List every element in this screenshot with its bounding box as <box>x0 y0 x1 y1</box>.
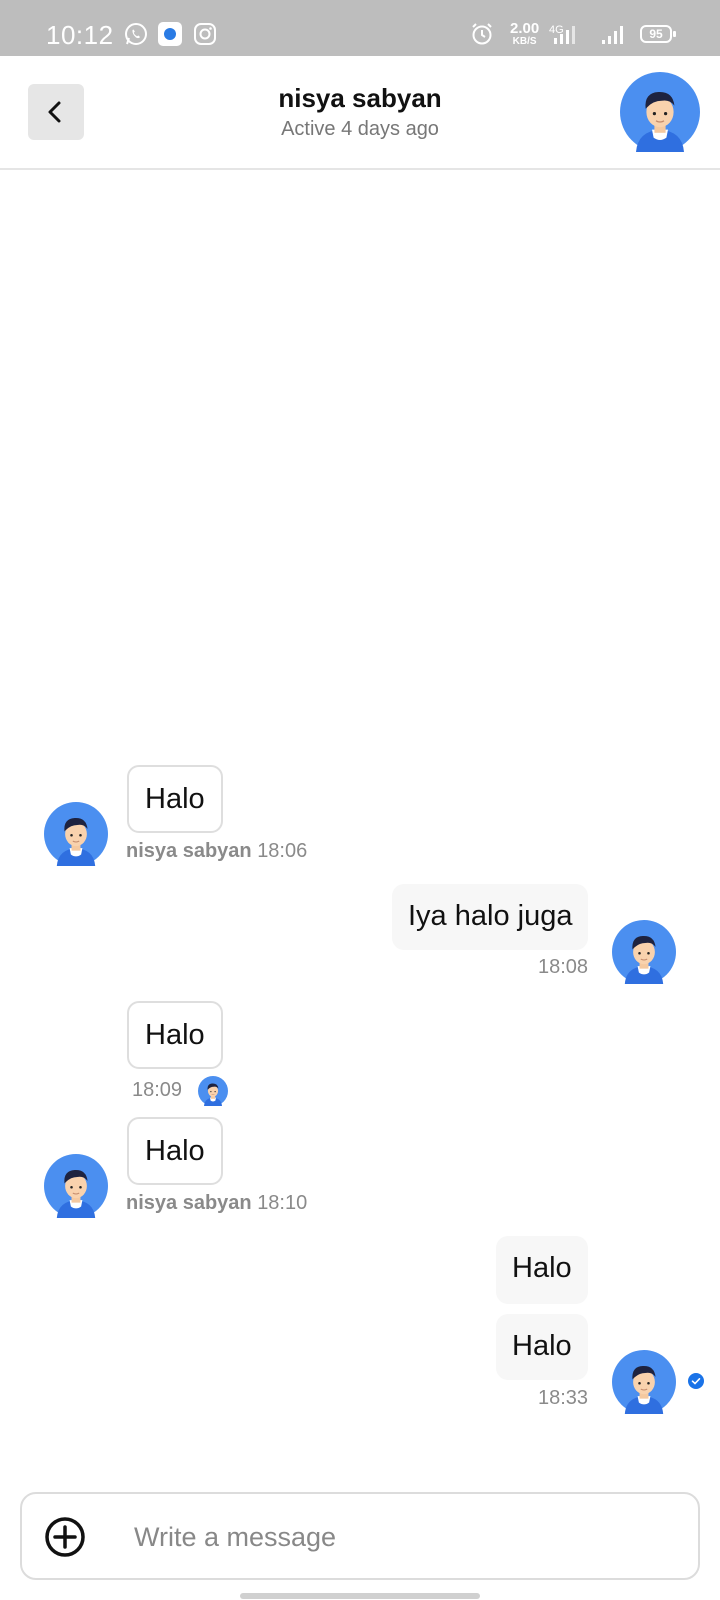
signal-icon <box>554 26 575 44</box>
message-bubble[interactable]: Halo <box>496 1314 588 1380</box>
message-sender: nisya sabyan <box>126 840 252 862</box>
avatar[interactable] <box>612 920 676 984</box>
message-time: 18:08 <box>538 956 589 978</box>
contact-status: Active 4 days ago <box>281 118 439 140</box>
message-meta: nisya sabyan 18:10 <box>126 1192 307 1215</box>
add-attachment-button[interactable] <box>44 1516 86 1558</box>
net-speed: 2.00 KB/S <box>510 20 540 47</box>
message-time: 18:10 <box>257 1192 308 1214</box>
contact-name: nisya sabyan <box>278 83 442 113</box>
message-bubble[interactable]: Halo <box>127 1117 223 1185</box>
signal-app-icon <box>158 22 182 46</box>
message-bubble[interactable]: Iya halo juga <box>392 884 589 950</box>
message-sender: nisya sabyan <box>126 1192 252 1214</box>
chat-header: nisya sabyan Active 4 days ago <box>0 56 720 170</box>
instagram-icon <box>194 23 216 45</box>
status-bar: 10:12 2.00 KB/S 4G 95 <box>0 0 720 56</box>
home-indicator[interactable] <box>240 1593 480 1599</box>
avatar[interactable] <box>44 802 108 866</box>
signal-icon <box>602 26 623 44</box>
message-bubble[interactable]: Halo <box>127 1001 223 1069</box>
read-check-icon <box>688 1373 704 1389</box>
message-meta: nisya sabyan 18:06 <box>126 840 307 863</box>
message-time: 18:09 <box>132 1079 183 1101</box>
message-input[interactable] <box>132 1502 676 1572</box>
contact-avatar[interactable] <box>620 72 700 152</box>
message-bubble[interactable]: Halo <box>127 765 223 833</box>
status-time: 10:12 <box>46 20 114 50</box>
message-composer <box>20 1492 700 1580</box>
read-receipt-avatar <box>198 1076 228 1106</box>
message-bubble[interactable]: Halo <box>496 1236 588 1304</box>
message-time: 18:06 <box>257 840 308 862</box>
avatar[interactable] <box>44 1154 108 1218</box>
message-time: 18:33 <box>538 1387 589 1409</box>
whatsapp-icon <box>125 23 147 45</box>
alarm-icon <box>472 23 492 45</box>
battery-icon: 95 <box>640 25 676 43</box>
avatar[interactable] <box>612 1350 676 1414</box>
